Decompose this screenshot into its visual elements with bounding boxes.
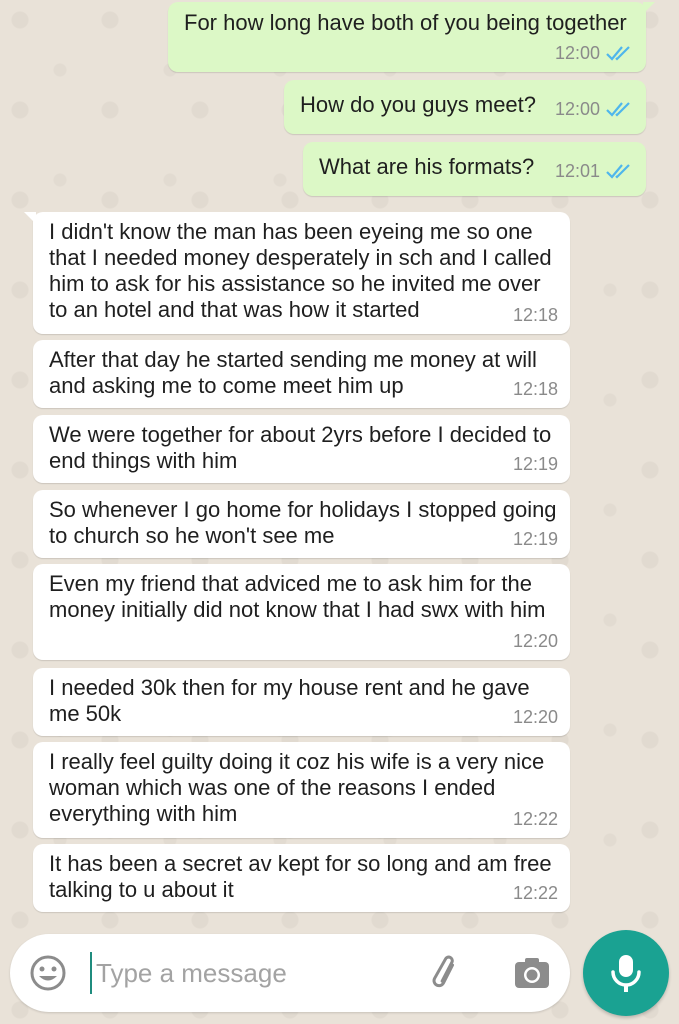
incoming-message[interactable]: I didn't know the man has been eyeing me… <box>24 212 570 334</box>
incoming-message[interactable]: I needed 30k then for my house rent and … <box>33 668 570 736</box>
message-meta: 12:20 <box>513 704 558 730</box>
message-meta: 12:19 <box>513 451 558 477</box>
emoji-icon <box>30 955 66 991</box>
double-check-icon <box>606 164 630 179</box>
message-input[interactable]: Type a message <box>90 952 410 994</box>
emoji-button[interactable] <box>28 953 68 993</box>
message-time: 12:18 <box>512 379 558 399</box>
incoming-message[interactable]: Even my friend that adviced me to ask hi… <box>33 564 570 660</box>
double-check-icon <box>606 46 630 61</box>
message-meta: 12:18 <box>513 376 558 402</box>
message-time: 12:20 <box>512 631 558 651</box>
attach-button[interactable] <box>428 954 468 994</box>
incoming-message[interactable]: It has been a secret av kept for so long… <box>33 844 570 912</box>
message-time: 12:19 <box>512 454 558 474</box>
message-text: We were together for about 2yrs before I… <box>49 422 552 473</box>
message-time: 12:01 <box>554 161 600 181</box>
message-meta: 12:20 <box>513 628 558 654</box>
message-text: Even my friend that adviced me to ask hi… <box>49 571 546 622</box>
outgoing-message[interactable]: For how long have both of you being toge… <box>168 2 655 72</box>
incoming-message[interactable]: So whenever I go home for holidays I sto… <box>33 490 570 558</box>
message-text: It has been a secret av kept for so long… <box>49 851 552 902</box>
message-time: 12:20 <box>512 707 558 727</box>
message-text: After that day he started sending me mon… <box>49 347 537 398</box>
incoming-message[interactable]: After that day he started sending me mon… <box>33 340 570 408</box>
message-meta: 12:01 <box>555 158 634 184</box>
message-text: I didn't know the man has been eyeing me… <box>49 219 552 322</box>
double-check-icon <box>606 102 630 117</box>
message-text: For how long have both of you being toge… <box>184 10 627 35</box>
outgoing-message[interactable]: What are his formats? 12:01 <box>303 142 646 196</box>
message-composer: Type a message <box>10 934 570 1012</box>
outgoing-message[interactable]: How do you guys meet? 12:00 <box>284 80 646 134</box>
paperclip-icon <box>432 955 455 988</box>
voice-record-button[interactable] <box>583 930 669 1016</box>
message-list[interactable]: For how long have both of you being toge… <box>0 0 679 930</box>
message-text: I really feel guilty doing it coz his wi… <box>49 749 545 826</box>
microphone-icon <box>611 955 641 992</box>
message-time: 12:22 <box>512 883 558 903</box>
message-time: 12:19 <box>512 529 558 549</box>
message-meta: 12:19 <box>513 526 558 552</box>
message-meta: 12:22 <box>513 806 558 832</box>
message-text: I needed 30k then for my house rent and … <box>49 675 530 726</box>
message-time: 12:18 <box>512 305 558 325</box>
incoming-message[interactable]: I really feel guilty doing it coz his wi… <box>33 742 570 838</box>
message-time: 12:00 <box>554 43 600 63</box>
message-meta: 12:22 <box>513 880 558 906</box>
message-time: 12:00 <box>554 99 600 119</box>
message-time: 12:22 <box>512 809 558 829</box>
camera-icon <box>515 958 549 988</box>
camera-button[interactable] <box>512 954 552 994</box>
incoming-message[interactable]: We were together for about 2yrs before I… <box>33 415 570 483</box>
message-meta: 12:00 <box>555 40 634 66</box>
message-meta: 12:00 <box>555 96 634 122</box>
message-text: So whenever I go home for holidays I sto… <box>49 497 557 548</box>
message-meta: 12:18 <box>513 302 558 328</box>
